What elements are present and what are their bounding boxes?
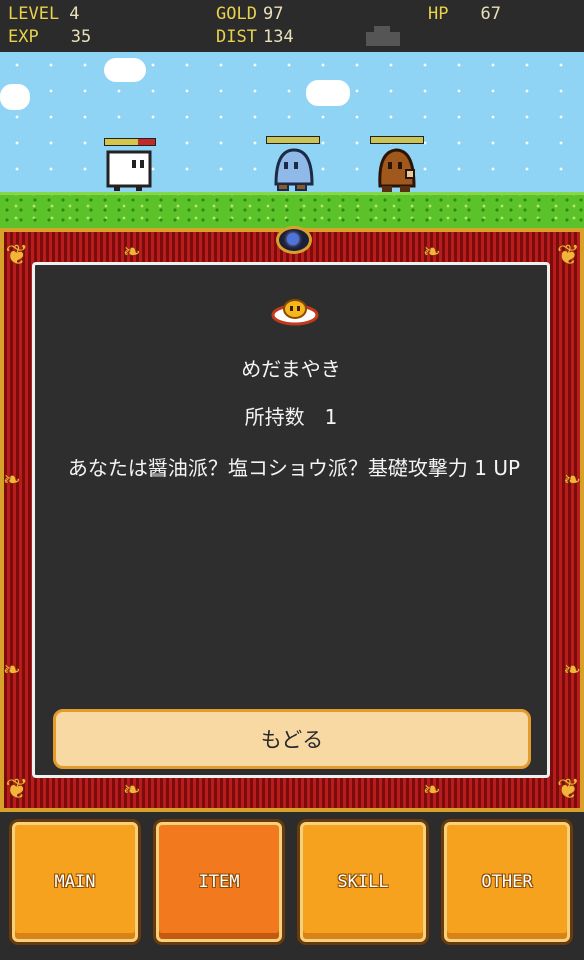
tofu-hero-icon (106, 150, 152, 191)
dist-stat: DIST 134 (216, 26, 294, 48)
gold-label: GOLD (216, 4, 257, 24)
main-menu-button[interactable]: MAIN (12, 822, 138, 942)
hp-label: HP (428, 4, 449, 24)
ornament-icon: ❧ (564, 654, 580, 684)
exp-label: EXP (8, 27, 39, 47)
ornament-icon: ❦ (6, 233, 27, 273)
ornament-icon: ❦ (6, 767, 27, 807)
gold-value: 97 (262, 4, 284, 24)
item-count: 所持数 1 (244, 405, 338, 429)
cloud-decoration (0, 84, 30, 110)
gem-icon (276, 226, 312, 254)
item-dialog: めだまやき 所持数 1 あなたは醤油派？塩コショウ派？基礎攻撃力 1 UP もど… (32, 262, 550, 778)
player-hp-lost (137, 139, 155, 145)
hp-stat: HP 67 (428, 3, 501, 25)
battle-scene (0, 52, 584, 228)
skill-menu-button[interactable]: SKILL (300, 822, 426, 942)
enemy-hp-fill (371, 137, 423, 143)
ornament-icon: ❦ (557, 767, 578, 807)
exp-stat: EXP 35 (8, 26, 91, 48)
item-name: めだまやき (241, 357, 341, 381)
exp-value: 35 (70, 27, 92, 47)
ornament-icon: ❧ (564, 464, 580, 494)
level-value: 4 (69, 4, 80, 24)
hp-value: 67 (480, 4, 501, 24)
enemy-hp-fill (267, 137, 319, 143)
player-hp-bar (104, 138, 156, 146)
cloud-decoration (306, 80, 350, 106)
level-stat: LEVEL 4 (8, 3, 79, 25)
ghost-enemy-icon (274, 148, 314, 191)
item-menu-button[interactable]: ITEM (156, 822, 282, 942)
ornament-icon: ❧ (4, 654, 20, 684)
enemy-hp-bar (266, 136, 320, 144)
cloud-decoration (104, 58, 146, 82)
back-button[interactable]: もどる (53, 709, 531, 769)
cloud-icon (366, 26, 400, 46)
ornament-icon: ❦ (557, 233, 578, 273)
enemy-hp-bar (370, 136, 424, 144)
item-description: あなたは醤油派？塩コショウ派？基礎攻撃力 1 UP (67, 456, 521, 480)
ornament-icon: ❧ (4, 464, 20, 494)
grass-ground (0, 192, 584, 228)
dist-value: 134 (262, 27, 294, 47)
gold-stat: GOLD 97 (216, 3, 283, 25)
level-label: LEVEL (8, 4, 60, 24)
fried-egg-icon (271, 299, 319, 326)
other-menu-button[interactable]: OTHER (444, 822, 570, 942)
bottom-menu: MAIN ITEM SKILL OTHER (0, 812, 584, 960)
potato-enemy-icon (378, 148, 416, 192)
dist-label: DIST (216, 27, 257, 47)
player-hp-fill (105, 139, 138, 145)
status-bar: LEVEL 4 EXP 35 GOLD 97 DIST 134 HP 67 (0, 0, 584, 52)
